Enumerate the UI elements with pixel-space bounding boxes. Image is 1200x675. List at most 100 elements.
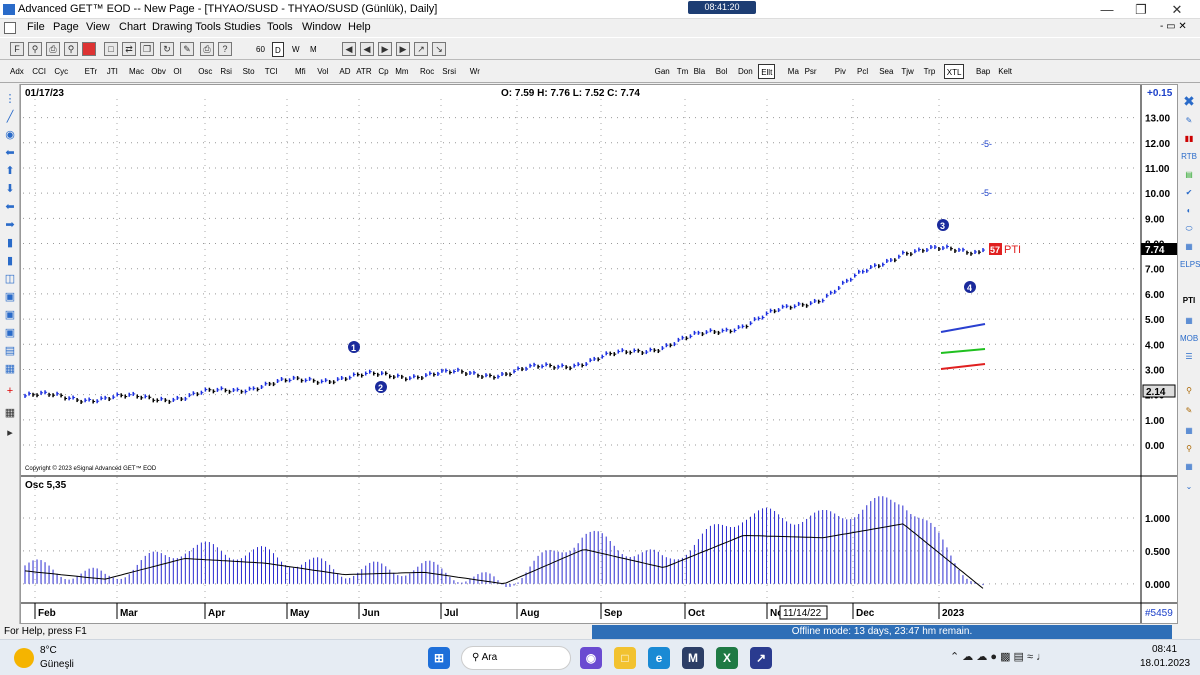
menu-drawing-tools[interactable]: Drawing Tools — [152, 21, 221, 33]
crosshair-icon[interactable]: + — [3, 384, 17, 398]
study-button-ma[interactable]: Ma — [786, 64, 801, 79]
study-button-mm[interactable]: Mm — [393, 64, 410, 79]
color-icon[interactable] — [82, 42, 96, 56]
box2-icon[interactable]: ▣ — [3, 308, 17, 322]
split-icon[interactable]: ◫ — [3, 272, 17, 286]
arrow-down-icon[interactable]: ⬇ — [3, 182, 17, 196]
link-icon[interactable]: ⇄ — [122, 42, 136, 56]
study-button-cyc[interactable]: Cyc — [52, 64, 70, 79]
chart-window[interactable]: 13.0012.0011.0010.009.008.007.006.005.00… — [20, 84, 1178, 624]
study-button-vol[interactable]: Vol — [315, 64, 330, 79]
interval-monthly[interactable]: M — [308, 42, 319, 57]
bar-tool-icon[interactable]: ▮ — [3, 236, 17, 250]
meet-icon[interactable]: ◉ — [580, 647, 602, 669]
study-button-sto[interactable]: Sto — [241, 64, 257, 79]
edge-icon[interactable]: e — [648, 647, 670, 669]
table-icon[interactable]: ▦ — [1180, 240, 1198, 254]
fib-icon[interactable]: ▤ — [3, 344, 17, 358]
new-icon[interactable]: F — [10, 42, 24, 56]
chart-icon[interactable]: ▤ — [1180, 168, 1198, 182]
menu-studies[interactable]: Studies — [224, 21, 261, 33]
menu-page[interactable]: Page — [53, 21, 79, 33]
study-button-ellt[interactable]: Ellt — [758, 64, 776, 79]
check-icon[interactable]: ✔ — [1180, 186, 1198, 200]
search-icon[interactable]: ⚲ — [64, 42, 78, 56]
interval-60[interactable]: 60 — [254, 42, 267, 57]
close-button[interactable]: ✕ — [1156, 0, 1198, 19]
menu-view[interactable]: View — [86, 21, 110, 33]
brush-icon[interactable]: ✎ — [1180, 404, 1198, 418]
printer-icon[interactable]: ⎙ — [200, 42, 214, 56]
study-button-psr[interactable]: Psr — [803, 64, 819, 79]
study-button-don[interactable]: Don — [736, 64, 755, 79]
refresh-icon[interactable]: ↻ — [160, 42, 174, 56]
grid-icon[interactable]: ▦ — [3, 362, 17, 376]
print-icon[interactable]: ⎙ — [46, 42, 60, 56]
page-icon[interactable]: □ — [104, 42, 118, 56]
study-button-sea[interactable]: Sea — [877, 64, 895, 79]
study-button-ad[interactable]: AD — [337, 64, 352, 79]
study-button-tm[interactable]: Tm — [675, 64, 691, 79]
mob-icon[interactable]: MOB — [1180, 332, 1198, 346]
bars-icon[interactable]: ▮▮ — [1180, 132, 1198, 146]
study-button-gan[interactable]: Gan — [653, 64, 672, 79]
grid2-icon[interactable]: ▦ — [1180, 314, 1198, 328]
circle-tool-icon[interactable]: ◉ — [3, 128, 17, 142]
study-button-atr[interactable]: ATR — [354, 64, 373, 79]
study-button-roc[interactable]: Roc — [418, 64, 436, 79]
weather-icon[interactable] — [14, 648, 34, 668]
box3-icon[interactable]: ▣ — [3, 326, 17, 340]
arrow-left2-icon[interactable]: ⬅ — [3, 200, 17, 214]
prev-icon[interactable]: ◀ — [360, 42, 374, 56]
squares-icon[interactable]: ▦ — [1180, 460, 1198, 474]
menu-tools[interactable]: Tools — [267, 21, 293, 33]
study-button-obv[interactable]: Obv — [149, 64, 168, 79]
line-tool-icon[interactable]: ╱ — [3, 110, 17, 124]
scroll-right-icon[interactable]: ▶ — [396, 42, 410, 56]
study-button-jti[interactable]: JTI — [105, 64, 120, 79]
tools-icon[interactable]: ✎ — [180, 42, 194, 56]
menu-chart[interactable]: Chart — [119, 21, 146, 33]
rtb-icon[interactable]: RTB — [1180, 150, 1198, 164]
menu-help[interactable]: Help — [348, 21, 371, 33]
close-x-icon[interactable]: ✖ — [1180, 94, 1198, 108]
study-button-bla[interactable]: Bla — [692, 64, 708, 79]
interval-daily[interactable]: D — [272, 42, 284, 57]
fan-icon[interactable]: ◐ — [1180, 204, 1198, 218]
pti-icon[interactable]: PTI — [1180, 294, 1198, 308]
study-button-xtl[interactable]: XTL — [943, 64, 965, 79]
interval-weekly[interactable]: W — [290, 42, 302, 57]
arrow-right-icon[interactable]: ➡ — [3, 218, 17, 232]
study-button-pcl[interactable]: Pcl — [855, 64, 870, 79]
expand-arrow-icon[interactable]: ▸ — [3, 426, 17, 440]
study-button-bol[interactable]: Bol — [714, 64, 730, 79]
pencil-icon[interactable]: ✎ — [1180, 114, 1198, 128]
study-button-wr[interactable]: Wr — [468, 64, 482, 79]
start-icon[interactable]: ⊞ — [428, 647, 450, 669]
chevron-down-icon[interactable]: ⌄ — [1180, 480, 1198, 494]
study-button-mac[interactable]: Mac — [127, 64, 146, 79]
key-icon[interactable]: ⚲ — [1180, 442, 1198, 456]
expand-icon[interactable]: ↗ — [414, 42, 428, 56]
study-button-kelt[interactable]: Kelt — [996, 64, 1014, 79]
next-icon[interactable]: ▶ — [378, 42, 392, 56]
arrow-left-icon[interactable]: ⬅ — [3, 146, 17, 160]
price-chart-svg[interactable]: 13.0012.0011.0010.009.008.007.006.005.00… — [21, 85, 1177, 623]
weather-desc[interactable]: Güneşli — [40, 659, 74, 670]
file-explorer-icon[interactable]: □ — [614, 647, 636, 669]
list-icon[interactable]: ☰ — [1180, 350, 1198, 364]
search-box[interactable]: ⚲ Ara — [461, 646, 571, 670]
zoom-icon[interactable]: ⚲ — [28, 42, 42, 56]
elps-icon[interactable]: ELPS — [1180, 258, 1200, 272]
study-button-rsi[interactable]: Rsi — [218, 64, 234, 79]
weather-temp[interactable]: 8°C — [40, 645, 57, 656]
study-button-trp[interactable]: Trp — [922, 64, 938, 79]
grid3-icon[interactable]: ▦ — [1180, 424, 1198, 438]
mdi-controls[interactable]: - ▭ ✕ — [1160, 21, 1187, 32]
menu-window[interactable]: Window — [302, 21, 341, 33]
study-button-piv[interactable]: Piv — [833, 64, 848, 79]
scroll-left-icon[interactable]: ◀ — [342, 42, 356, 56]
study-button-etr[interactable]: ETr — [83, 64, 100, 79]
study-button-tjw[interactable]: Tjw — [899, 64, 915, 79]
calc-icon[interactable]: ▦ — [3, 406, 17, 420]
